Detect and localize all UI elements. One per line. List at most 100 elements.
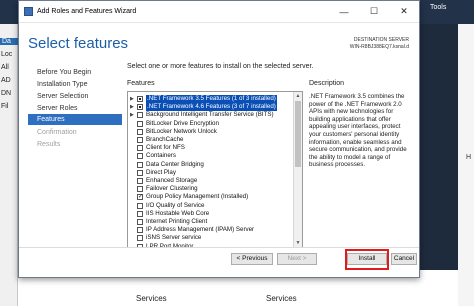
page-title: Select features: [28, 35, 129, 52]
expand-spacer: [130, 203, 135, 209]
previous-button[interactable]: < Previous: [231, 253, 273, 265]
expand-spacer: [130, 129, 135, 135]
expand-spacer: [130, 170, 135, 176]
feature-checkbox[interactable]: [137, 120, 143, 127]
expand-arrow-icon[interactable]: ▶: [130, 96, 135, 102]
feature-row[interactable]: Group Policy Management (Installed): [128, 193, 288, 201]
feature-checkbox[interactable]: [137, 104, 143, 111]
feature-checkbox[interactable]: [137, 202, 143, 209]
feature-label: BranchCache: [146, 136, 184, 143]
feature-label: Internet Printing Client: [146, 218, 208, 225]
feature-row[interactable]: BitLocker Network Unlock: [128, 128, 288, 136]
step-installation-type[interactable]: Installation Type: [28, 79, 122, 90]
expand-spacer: [130, 186, 135, 192]
feature-label: BitLocker Network Unlock: [146, 127, 217, 135]
close-button[interactable]: ✕: [389, 6, 419, 17]
nav-ad[interactable]: AD: [1, 77, 11, 84]
expand-spacer: [130, 153, 135, 159]
feature-row[interactable]: ▶ .NET Framework 3.5 Features (1 of 3 ins…: [128, 95, 288, 103]
features-scrollbar[interactable]: ▲ ▼: [293, 92, 302, 247]
right-label: H: [466, 154, 472, 161]
nav-file[interactable]: Fil: [1, 103, 8, 110]
scroll-down-icon[interactable]: ▼: [294, 239, 302, 247]
feature-row[interactable]: Client for NFS: [128, 144, 288, 152]
feature-checkbox[interactable]: [137, 210, 143, 217]
feature-checkbox[interactable]: [137, 153, 143, 160]
wizard-app-icon: [24, 7, 33, 16]
expand-arrow-icon[interactable]: ▶: [130, 104, 135, 110]
next-button[interactable]: Next >: [277, 253, 317, 265]
feature-row[interactable]: Containers: [128, 152, 288, 160]
feature-checkbox[interactable]: [137, 193, 143, 201]
feature-checkbox[interactable]: [137, 235, 143, 242]
expand-spacer: [130, 235, 135, 241]
scroll-up-icon[interactable]: ▲: [294, 92, 302, 100]
step-server-selection[interactable]: Server Selection: [28, 91, 122, 102]
scroll-thumb[interactable]: [295, 101, 301, 167]
destination-server: DESTINATION SERVER WIN-R8BJ388EQ7.ksnal.…: [350, 37, 409, 51]
server-manager-right: H: [458, 24, 474, 306]
feature-row[interactable]: I/O Quality of Service: [128, 202, 288, 210]
description-text: .NET Framework 3.5 combines the power of…: [309, 93, 407, 169]
wizard-header: Select features DESTINATION SERVER WIN-R…: [19, 23, 419, 63]
title-bar: Add Roles and Features Wizard — ☐ ✕: [19, 1, 419, 23]
feature-label: Direct Play: [146, 168, 176, 176]
minimize-button[interactable]: —: [329, 7, 359, 17]
tile-services-2[interactable]: Services: [266, 294, 297, 303]
expand-spacer: [130, 137, 135, 143]
maximize-button[interactable]: ☐: [359, 6, 389, 17]
feature-row[interactable]: Enhanced Storage: [128, 177, 288, 185]
tile-services-1[interactable]: Services: [136, 294, 167, 303]
feature-label: iSNS Server service: [146, 234, 202, 242]
expand-spacer: [130, 219, 135, 225]
feature-label: Background Intelligent Transfer Service …: [146, 111, 274, 119]
feature-row[interactable]: BitLocker Drive Encryption: [128, 120, 288, 128]
feature-row[interactable]: iSNS Server service: [128, 234, 288, 242]
feature-row[interactable]: IIS Hostable Web Core: [128, 210, 288, 218]
feature-checkbox[interactable]: [137, 161, 143, 168]
feature-checkbox[interactable]: [137, 145, 143, 152]
expand-spacer: [130, 194, 135, 200]
feature-row[interactable]: ▶ .NET Framework 4.6 Features (3 of 7 ins…: [128, 103, 288, 112]
feature-checkbox[interactable]: [137, 178, 143, 184]
nav-dns[interactable]: DN: [1, 90, 11, 97]
wizard-steps: Before You Begin Installation Type Serve…: [19, 63, 123, 247]
feature-checkbox[interactable]: [137, 219, 143, 225]
wizard-footer: < Previous Next > Install Cancel: [19, 247, 419, 277]
feature-checkbox[interactable]: [137, 227, 143, 234]
nav-local[interactable]: Loc: [1, 51, 12, 58]
feature-row[interactable]: IP Address Management (IPAM) Server: [128, 226, 288, 234]
nav-all[interactable]: All: [1, 64, 9, 71]
feature-label: Client for NFS: [146, 144, 185, 152]
feature-row[interactable]: Data Center Bridging: [128, 161, 288, 169]
step-features[interactable]: Features: [28, 114, 122, 125]
feature-checkbox[interactable]: [137, 112, 143, 119]
feature-row[interactable]: Failover Clustering: [128, 185, 288, 193]
step-server-roles[interactable]: Server Roles: [28, 103, 122, 114]
tools-menu[interactable]: Tools: [430, 4, 446, 11]
feature-checkbox[interactable]: [137, 96, 143, 102]
feature-checkbox[interactable]: [137, 186, 143, 193]
feature-label: IP Address Management (IPAM) Server: [146, 226, 255, 234]
feature-checkbox[interactable]: [137, 128, 143, 135]
cancel-button[interactable]: Cancel: [391, 253, 417, 265]
description-heading: Description: [309, 80, 345, 87]
feature-row[interactable]: BranchCache: [128, 136, 288, 144]
expand-spacer: [130, 227, 135, 233]
feature-checkbox[interactable]: [137, 169, 143, 176]
features-tree[interactable]: ▶ .NET Framework 3.5 Features (1 of 3 ins…: [127, 91, 303, 248]
expand-arrow-icon[interactable]: ▶: [130, 112, 135, 118]
wizard-window: Add Roles and Features Wizard — ☐ ✕ Sele…: [18, 0, 420, 278]
install-button[interactable]: Install: [347, 253, 387, 265]
feature-checkbox[interactable]: [137, 137, 143, 143]
step-results: Results: [37, 141, 61, 148]
feature-row[interactable]: Direct Play: [128, 169, 288, 177]
feature-row[interactable]: ▶ Background Intelligent Transfer Service…: [128, 111, 288, 119]
feature-row[interactable]: Internet Printing Client: [128, 218, 288, 226]
window-title: Add Roles and Features Wizard: [37, 8, 137, 15]
nav-dashboard[interactable]: Da: [0, 38, 18, 45]
feature-label: Data Center Bridging: [146, 160, 204, 168]
feature-label: Group Policy Management (Installed): [146, 193, 249, 201]
expand-spacer: [130, 178, 135, 184]
step-before-you-begin[interactable]: Before You Begin: [28, 67, 122, 78]
